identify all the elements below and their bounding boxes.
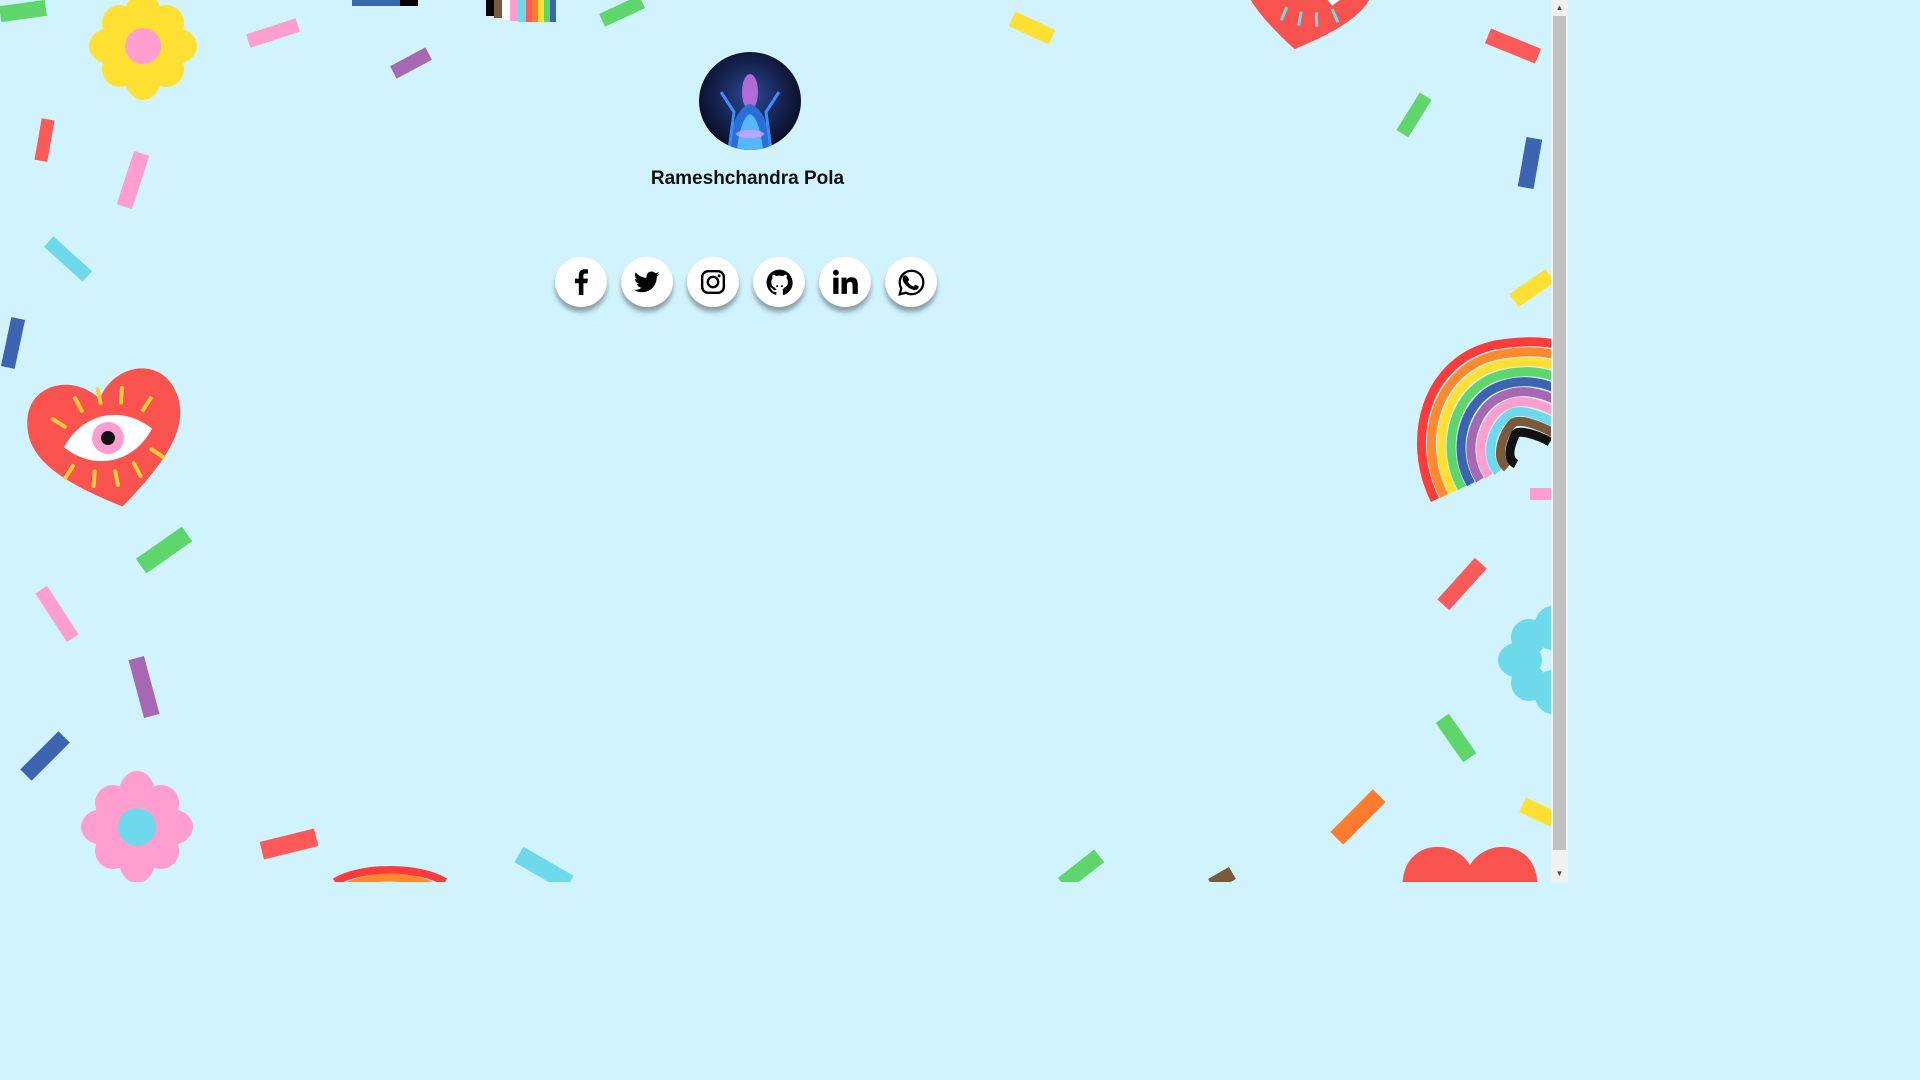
- vertical-scrollbar[interactable]: ▲ ▼: [1551, 0, 1568, 882]
- github-icon: [766, 269, 793, 295]
- profile-page: Rameshchandra Pola: [0, 0, 1551, 882]
- twitter-icon: [634, 271, 660, 293]
- facebook-button[interactable]: [555, 257, 607, 307]
- scrollbar-thumb[interactable]: [1553, 16, 1566, 850]
- whatsapp-icon: [897, 269, 924, 296]
- twitter-button[interactable]: [621, 257, 673, 307]
- avatar-image: [719, 74, 781, 150]
- social-links: [555, 257, 937, 307]
- whatsapp-button[interactable]: [885, 257, 937, 307]
- linkedin-icon: [832, 269, 858, 294]
- profile-name: Rameshchandra Pola: [650, 168, 845, 189]
- linkedin-button[interactable]: [819, 257, 871, 307]
- github-button[interactable]: [753, 257, 805, 307]
- scroll-down-arrow[interactable]: ▼: [1551, 866, 1568, 882]
- scroll-up-arrow[interactable]: ▲: [1551, 0, 1568, 16]
- instagram-button[interactable]: [687, 257, 739, 307]
- instagram-icon: [700, 269, 726, 295]
- avatar: [699, 52, 801, 150]
- facebook-icon: [574, 269, 589, 295]
